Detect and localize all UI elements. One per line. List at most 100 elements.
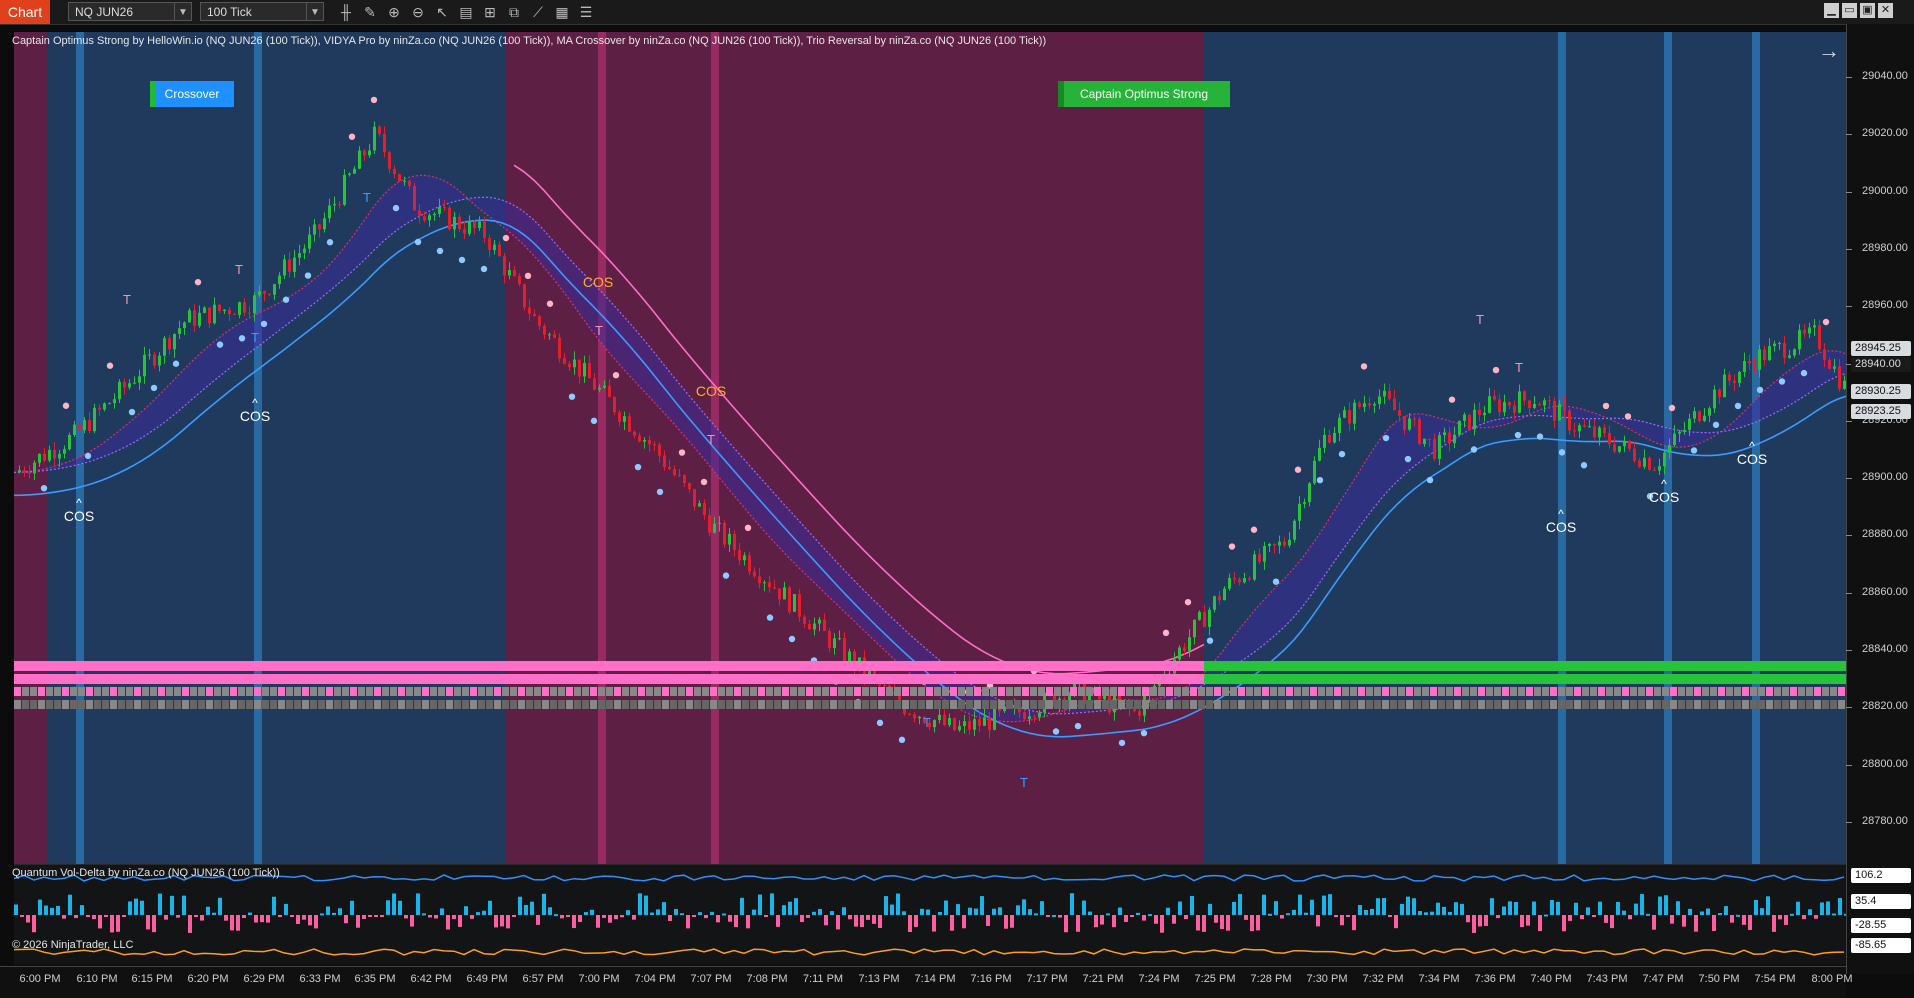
price-tick: 28880.00 <box>1862 528 1908 541</box>
candle <box>788 585 791 615</box>
pointer-icon[interactable]: ↖ <box>432 2 452 22</box>
data-box-icon[interactable]: ▤ <box>456 2 476 22</box>
vol-delta-bar <box>212 912 216 915</box>
vol-delta-bar <box>842 907 846 915</box>
reversal-dot <box>62 402 70 409</box>
time-tick: 7:54 PM <box>1754 973 1796 985</box>
vol-delta-bar <box>962 915 966 929</box>
close-icon[interactable]: ✕ <box>1878 3 1893 18</box>
candle <box>173 333 176 358</box>
candle <box>1708 406 1711 423</box>
vol-delta-bar <box>1214 915 1218 923</box>
tick-mark <box>1846 306 1852 308</box>
candle <box>803 614 806 629</box>
arrow-right-icon[interactable]: → <box>1818 38 1840 64</box>
split-icon[interactable]: ⧉ <box>504 2 524 22</box>
vol-delta-bar <box>1196 915 1200 931</box>
candle <box>798 589 801 622</box>
candle <box>1313 456 1316 485</box>
vol-delta-bar <box>944 900 948 915</box>
minimize-icon[interactable]: ▁ <box>1824 3 1839 18</box>
zoom-out-icon[interactable]: ⊖ <box>408 2 428 22</box>
vol-delta-bar <box>434 915 438 919</box>
reversal-dot <box>1756 386 1764 394</box>
vol-delta-bar <box>1010 915 1014 928</box>
vol-delta-bar <box>1418 911 1422 915</box>
vol-delta-bar <box>404 915 408 919</box>
zoom-in-icon[interactable]: ⊕ <box>384 2 404 22</box>
vol-delta-bar <box>1736 914 1740 917</box>
vol-delta-bar <box>50 907 54 915</box>
chevron-down-icon[interactable]: ▼ <box>306 3 323 20</box>
candle <box>1388 384 1391 401</box>
vol-delta-bar <box>1814 915 1818 919</box>
candle <box>1228 573 1231 591</box>
vol-delta-bar <box>74 915 78 919</box>
vol-delta-bar <box>1076 915 1080 932</box>
candle <box>463 221 466 240</box>
candle <box>1803 324 1806 339</box>
candle <box>638 432 641 443</box>
vol-delta-bar <box>566 915 570 917</box>
candle <box>608 379 611 398</box>
candle <box>33 460 36 481</box>
candle <box>613 395 616 416</box>
chevron-down-icon[interactable]: ▼ <box>174 3 191 20</box>
candle <box>18 465 21 474</box>
vol-delta-bar <box>1580 915 1584 920</box>
reversal-dot <box>1360 363 1368 370</box>
price-panel[interactable] <box>14 32 1846 864</box>
vol-delta-bar <box>1382 898 1386 915</box>
candle <box>648 435 651 452</box>
candle <box>813 617 816 636</box>
candle <box>233 312 236 316</box>
vol-delta-bar <box>926 909 930 915</box>
time-tick: 6:29 PM <box>243 973 285 985</box>
vol-delta-bar <box>1274 901 1278 915</box>
vol-delta-bar <box>1280 915 1284 919</box>
vol-delta-bar <box>770 893 774 915</box>
strategies-icon[interactable]: ⟋ <box>528 2 548 22</box>
vol-delta-panel[interactable] <box>14 864 1846 965</box>
interval-selector[interactable]: 100 Tick ▼ <box>200 2 324 21</box>
candle <box>1738 371 1741 387</box>
restore-icon[interactable]: ▭ <box>1842 3 1857 18</box>
vol-delta-bar <box>728 915 732 922</box>
calculator-icon[interactable]: ▦ <box>552 2 572 22</box>
vol-delta-bar <box>332 912 336 915</box>
templates-icon[interactable]: ⊞ <box>480 2 500 22</box>
candle <box>268 293 271 297</box>
candle <box>1663 451 1666 475</box>
maximize-icon[interactable]: ▣ <box>1860 3 1875 18</box>
instrument-selector[interactable]: NQ JUN26 ▼ <box>68 2 192 21</box>
vol-delta-bar <box>1352 915 1356 931</box>
vol-delta-bar <box>422 913 426 916</box>
candle <box>1213 595 1216 613</box>
reversal-dot <box>1558 449 1566 456</box>
candle <box>1498 394 1501 417</box>
list-icon[interactable]: ☰ <box>576 2 596 22</box>
reversal-dot <box>84 452 92 460</box>
candle <box>1648 456 1651 471</box>
draw-pencil-icon[interactable]: ✎ <box>360 2 380 22</box>
t-signal: T <box>1515 360 1523 375</box>
candle <box>393 165 396 179</box>
time-tick: 6:15 PM <box>131 973 173 985</box>
price-tick: 28860.00 <box>1862 585 1908 598</box>
price-axis[interactable] <box>1846 24 1914 974</box>
candle <box>1178 645 1181 664</box>
vol-delta-bar <box>1760 908 1764 915</box>
status-stripe <box>14 661 1846 671</box>
chart-tab[interactable]: Chart <box>0 0 50 24</box>
vol-delta-bar <box>230 915 234 931</box>
candle <box>633 430 636 439</box>
vol-delta-bar <box>1124 915 1128 922</box>
reversal-dot <box>414 238 422 246</box>
bars-type-icon[interactable]: ╫ <box>336 2 356 22</box>
candle <box>353 166 356 174</box>
candle <box>143 346 146 384</box>
candle <box>83 417 86 434</box>
candle <box>468 215 471 237</box>
vol-delta-bar <box>872 915 876 924</box>
vol-delta-bar <box>782 905 786 915</box>
